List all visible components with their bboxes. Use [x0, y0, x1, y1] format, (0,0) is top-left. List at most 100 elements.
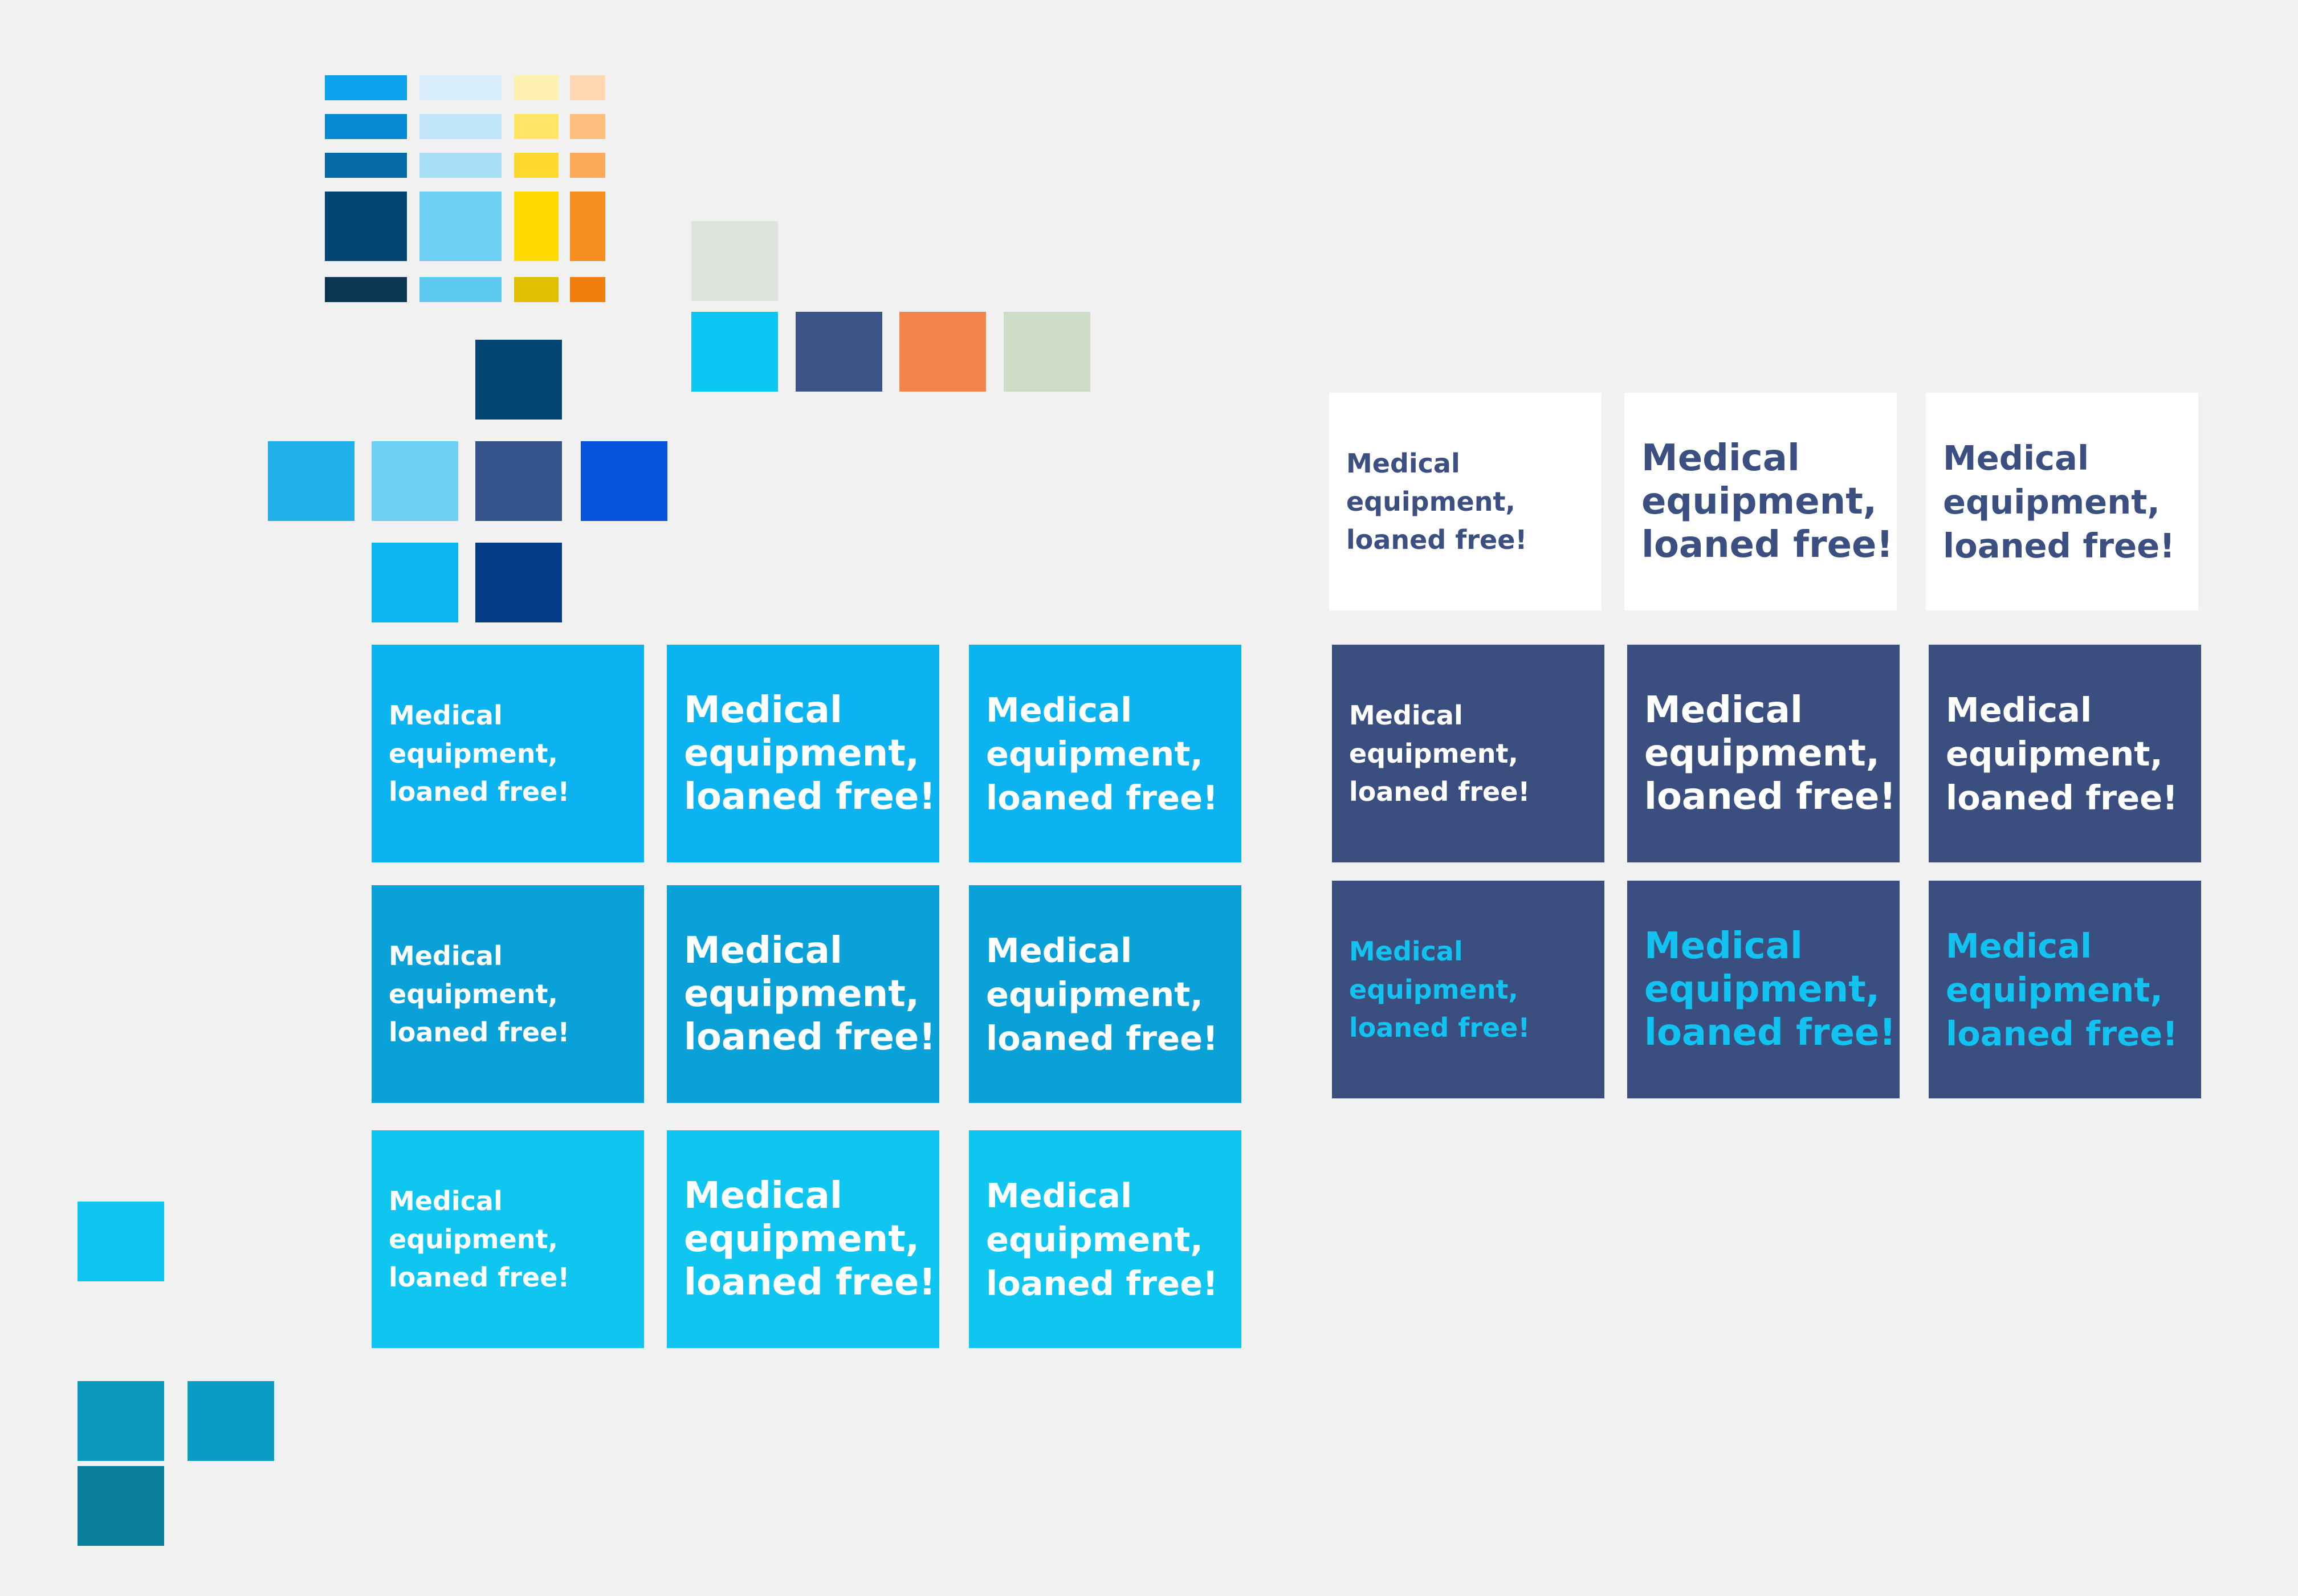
- card-line-2: equipment,: [1946, 734, 2163, 773]
- swatch-cross-right: [581, 441, 667, 521]
- card-line-2: equipment,: [986, 974, 1203, 1014]
- card-line-3: loaned free!: [1641, 524, 1893, 566]
- swatch-orange-5: [570, 277, 605, 302]
- card-deepcyan-large: Medical equipment, loaned free!: [969, 885, 1241, 1103]
- card-line-1: Medical: [1641, 437, 1800, 479]
- swatch-blue-5: [325, 277, 407, 302]
- card-line-3: loaned free!: [1644, 776, 1896, 818]
- card-deepcyan-medium: Medical equipment, loaned free!: [667, 885, 939, 1103]
- card-line-2: equipment,: [684, 973, 920, 1015]
- card-line-1: Medical: [1349, 699, 1463, 731]
- swatch-sage: [1004, 312, 1090, 392]
- card-line-2: equipment,: [1349, 738, 1518, 769]
- swatch-navy: [796, 312, 882, 392]
- swatch-lightblue-5: [419, 277, 502, 302]
- card-white-small: Medical equipment, loaned free!: [1329, 393, 1602, 610]
- card-lightcyan-medium: Medical equipment, loaned free!: [667, 1130, 939, 1348]
- swatch-cross-bottom: [475, 543, 562, 622]
- card-line-3: loaned free!: [684, 776, 936, 818]
- card-line-2: equipment,: [1644, 968, 1880, 1011]
- swatch-bl-teal-2: [188, 1381, 274, 1461]
- card-line-2: equipment,: [1641, 481, 1877, 523]
- card-line-2: equipment,: [1943, 482, 2160, 522]
- card-line-3: loaned free!: [1946, 777, 2178, 817]
- card-line-1: Medical: [684, 1175, 842, 1217]
- card-line-1: Medical: [986, 690, 1132, 730]
- card-line-1: Medical: [1946, 926, 2092, 966]
- swatch-yellow-3: [514, 153, 559, 178]
- card-cyan-small: Medical equipment, loaned free!: [372, 645, 644, 862]
- card-white-medium: Medical equipment, loaned free!: [1624, 393, 1897, 610]
- card-line-2: equipment,: [1346, 486, 1515, 517]
- swatch-yellow-5: [514, 277, 559, 302]
- card-line-1: Medical: [1349, 935, 1463, 967]
- card-line-3: loaned free!: [684, 1016, 936, 1058]
- card-line-3: loaned free!: [986, 777, 1219, 817]
- swatch-bl-teal-1: [78, 1381, 164, 1461]
- swatch-orange-3: [570, 153, 605, 178]
- card-line-2: equipment,: [389, 738, 558, 769]
- card-line-2: equipment,: [1349, 974, 1518, 1005]
- card-lightcyan-large: Medical equipment, loaned free!: [969, 1130, 1241, 1348]
- card-line-2: equipment,: [1644, 732, 1880, 775]
- swatch-cross-left: [268, 441, 355, 521]
- swatch-cross-top: [475, 340, 562, 420]
- swatch-cross-mid-left: [372, 441, 458, 521]
- card-line-2: equipment,: [1946, 970, 2163, 1009]
- swatch-bl-cyan: [78, 1202, 164, 1281]
- swatch-yellow-2: [514, 114, 559, 139]
- card-line-1: Medical: [986, 1175, 1132, 1215]
- swatch-yellow-1: [514, 75, 559, 100]
- swatch-lightblue-3: [419, 153, 502, 178]
- card-navy-cyantext-medium: Medical equipment, loaned free!: [1627, 881, 1900, 1098]
- swatch-lightblue-2: [419, 114, 502, 139]
- card-line-2: equipment,: [684, 1218, 920, 1260]
- swatch-blue-1: [325, 75, 407, 100]
- card-line-1: Medical: [1943, 438, 2089, 478]
- swatch-cross-bottom-left: [372, 543, 458, 622]
- card-line-2: equipment,: [684, 732, 920, 775]
- card-lightcyan-small: Medical equipment, loaned free!: [372, 1130, 644, 1348]
- swatch-blue-4: [325, 192, 407, 261]
- card-line-1: Medical: [1644, 689, 1803, 731]
- card-navy-cyantext-small: Medical equipment, loaned free!: [1332, 881, 1604, 1098]
- card-line-3: loaned free!: [986, 1018, 1219, 1058]
- swatch-lightblue-4: [419, 192, 502, 261]
- card-line-3: loaned free!: [1346, 524, 1527, 555]
- card-navy-cyantext-large: Medical equipment, loaned free!: [1929, 881, 2201, 1098]
- card-line-1: Medical: [389, 699, 503, 731]
- card-line-1: Medical: [1644, 925, 1803, 967]
- swatch-cyan: [691, 312, 778, 392]
- card-line-3: loaned free!: [389, 1016, 570, 1048]
- card-navy-medium: Medical equipment, loaned free!: [1627, 645, 1900, 862]
- card-line-1: Medical: [1946, 690, 2092, 730]
- swatch-orange-4: [570, 192, 605, 261]
- card-white-large: Medical equipment, loaned free!: [1926, 393, 2198, 610]
- swatch-sage-light: [691, 221, 778, 301]
- card-line-1: Medical: [684, 930, 842, 972]
- card-line-3: loaned free!: [986, 1263, 1219, 1303]
- card-line-3: loaned free!: [1946, 1013, 2178, 1053]
- card-line-1: Medical: [986, 930, 1132, 970]
- card-line-1: Medical: [1346, 447, 1460, 479]
- card-line-3: loaned free!: [1943, 526, 2175, 565]
- swatch-blue-3: [325, 153, 407, 178]
- card-navy-small: Medical equipment, loaned free!: [1332, 645, 1604, 862]
- card-line-3: loaned free!: [1349, 776, 1530, 807]
- swatch-orange-2: [570, 114, 605, 139]
- card-line-3: loaned free!: [684, 1261, 936, 1304]
- card-line-1: Medical: [389, 940, 503, 971]
- swatch-lightblue-1: [419, 75, 502, 100]
- swatch-cross-center: [475, 441, 562, 521]
- card-line-3: loaned free!: [1644, 1012, 1896, 1054]
- card-line-3: loaned free!: [389, 1261, 570, 1293]
- card-deepcyan-small: Medical equipment, loaned free!: [372, 885, 644, 1103]
- swatch-coral: [899, 312, 986, 392]
- swatch-bl-teal-3: [78, 1466, 164, 1546]
- card-line-2: equipment,: [389, 1223, 558, 1255]
- card-cyan-medium: Medical equipment, loaned free!: [667, 645, 939, 862]
- card-line-3: loaned free!: [1349, 1012, 1530, 1043]
- card-line-3: loaned free!: [389, 776, 570, 807]
- card-line-1: Medical: [684, 689, 842, 731]
- card-cyan-large: Medical equipment, loaned free!: [969, 645, 1241, 862]
